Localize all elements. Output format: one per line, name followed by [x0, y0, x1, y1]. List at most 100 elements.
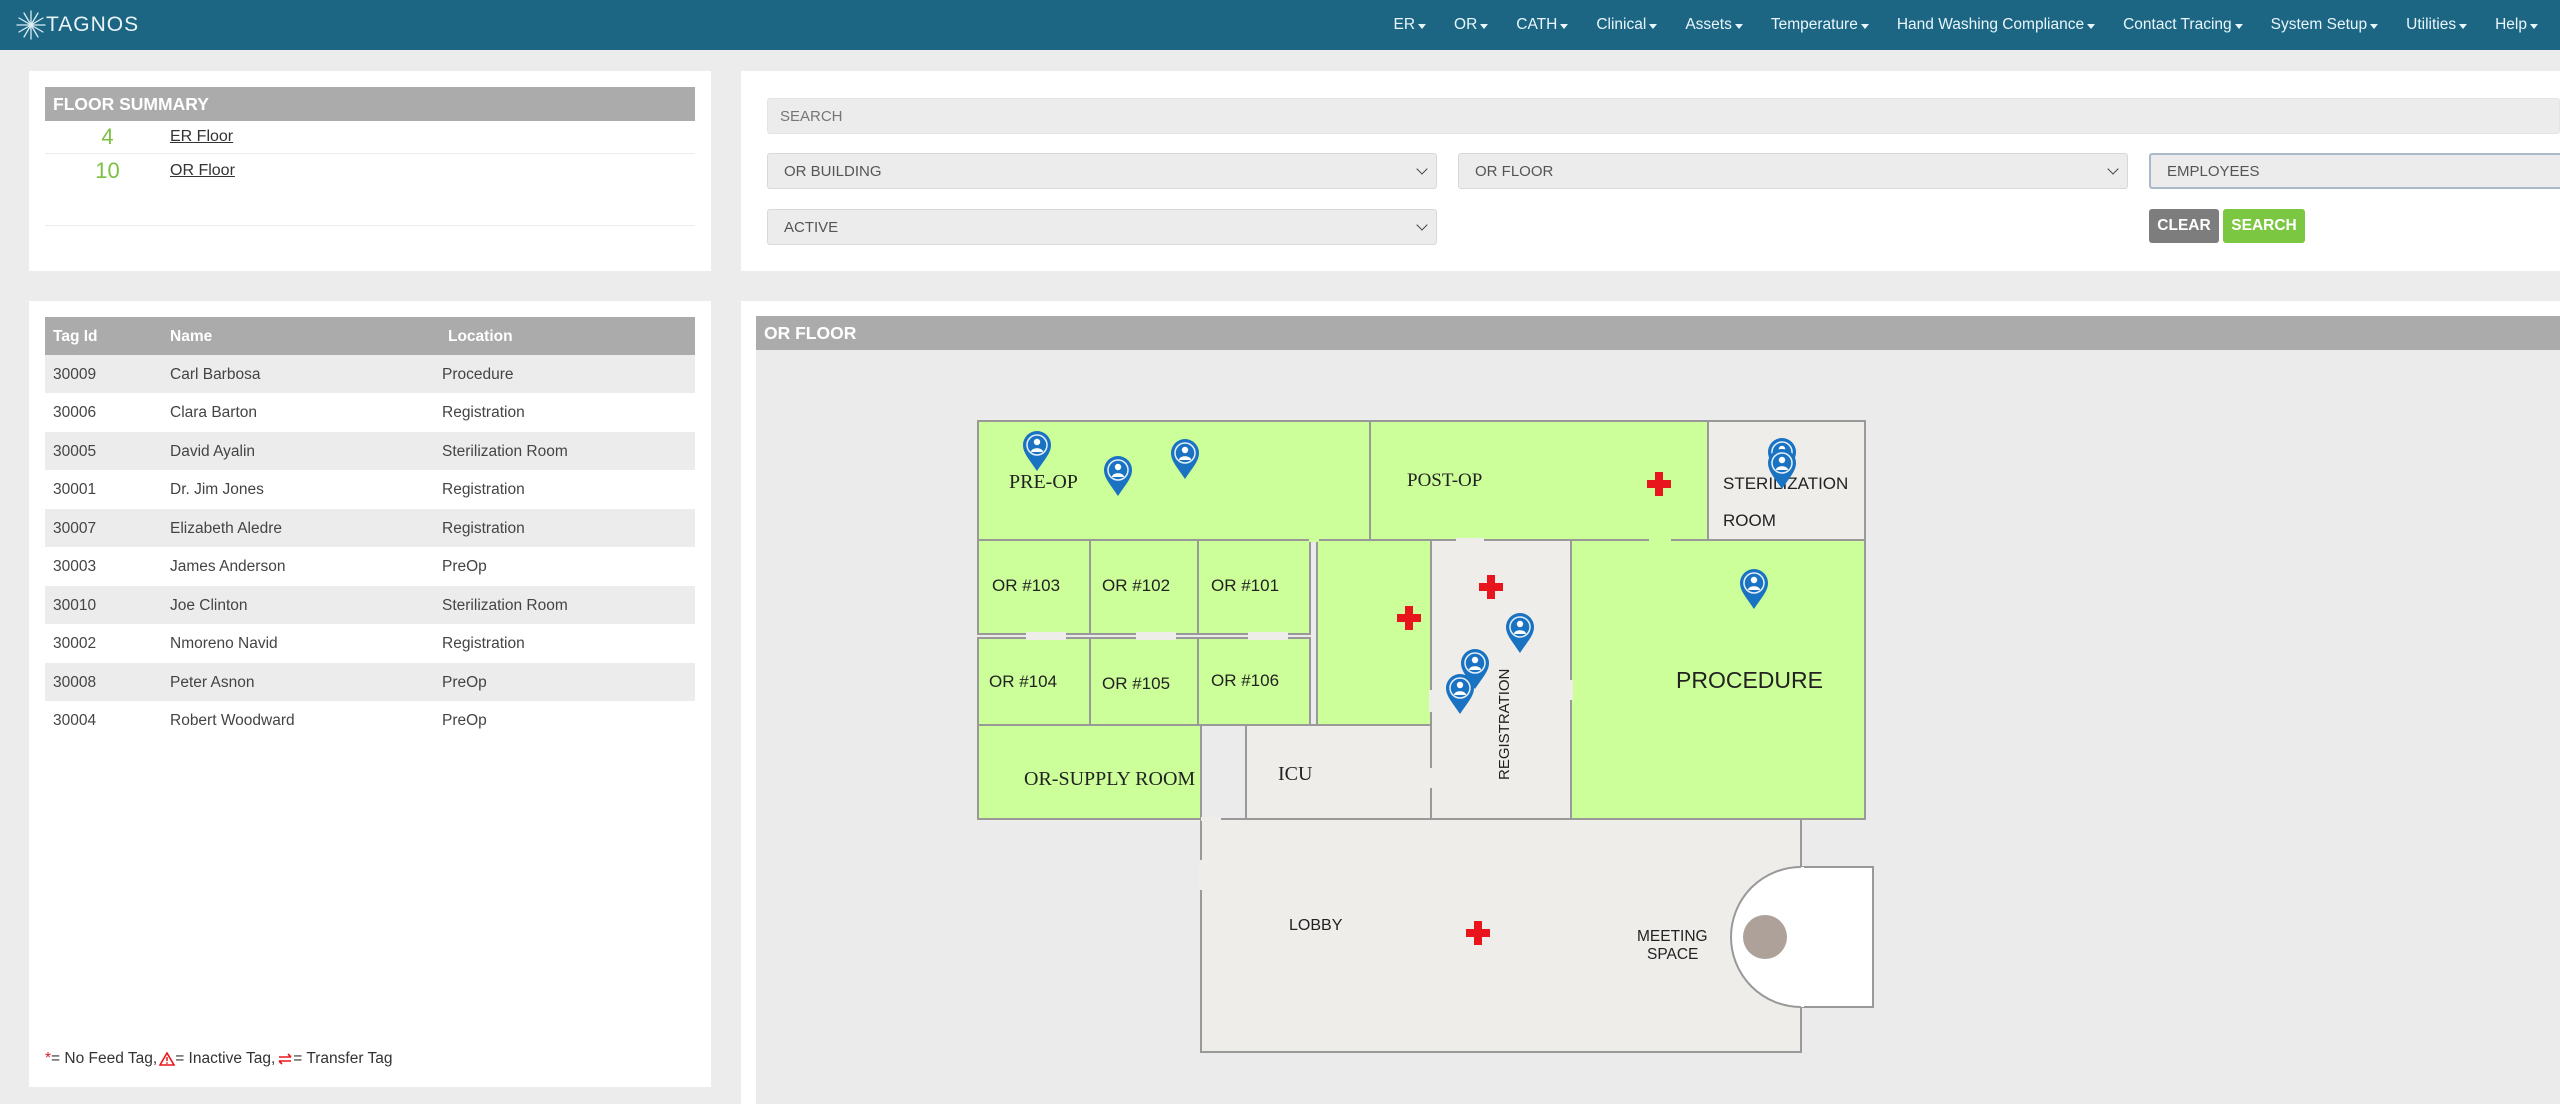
- main-nav: ER OR CATH Clinical Assets Temperature H…: [1380, 0, 2560, 50]
- icu-room[interactable]: [1245, 724, 1432, 820]
- or-105-label: OR #105: [1102, 674, 1170, 693]
- floor-summary-rows: 4 ER Floor 10 OR Floor: [29, 71, 711, 271]
- chevron-down-icon: [1418, 23, 1427, 29]
- tag-type-select-value: EMPLOYEES: [2167, 162, 2260, 180]
- name-cell: Elizabeth Aledre: [170, 520, 283, 537]
- floor-map-canvas[interactable]: PRE-OP POST-OP STERILIZATION ROOM OR #10…: [756, 350, 2560, 1104]
- table-row[interactable]: 30006 Clara Barton Registration: [45, 393, 695, 431]
- location-cell: Registration: [442, 481, 525, 498]
- table-row[interactable]: 30010 Joe Clinton Sterilization Room: [45, 586, 695, 624]
- brand-name: TAGNOS: [46, 13, 140, 36]
- meeting-space-gap: [1801, 867, 1804, 1007]
- transfer-arrows-icon: [278, 1053, 292, 1065]
- table-row[interactable]: 30008 Peter Asnon PreOp: [45, 663, 695, 701]
- nav-contact-tracing[interactable]: Contact Tracing: [2109, 16, 2257, 34]
- clear-button[interactable]: CLEAR: [2149, 209, 2219, 243]
- door-gap: [1201, 817, 1221, 821]
- nav-help[interactable]: Help: [2481, 16, 2560, 34]
- tag-id-cell: 30005: [53, 443, 97, 460]
- search-button[interactable]: SEARCH: [2223, 209, 2305, 243]
- table-row[interactable]: 30004 Robert Woodward PreOp: [45, 701, 695, 739]
- search-input[interactable]: [767, 98, 2560, 134]
- tag-id-cell: 30003: [53, 558, 97, 575]
- door-gap: [1649, 538, 1671, 542]
- meeting-label-1: MEETING: [1637, 928, 1708, 945]
- table-header: Tag Id Name Location: [45, 317, 695, 355]
- table-row[interactable]: 30009 Carl Barbosa Procedure: [45, 355, 695, 393]
- or-103-label: OR #103: [992, 576, 1060, 595]
- tag-id-cell: 30008: [53, 674, 97, 691]
- nav-or[interactable]: OR: [1440, 16, 1502, 34]
- or-wall-gap: [1248, 632, 1288, 640]
- name-header[interactable]: Name: [170, 328, 212, 346]
- building-select[interactable]: OR BUILDING: [767, 153, 1437, 189]
- table-row[interactable]: 30007 Elizabeth Aledre Registration: [45, 509, 695, 547]
- floor-select[interactable]: OR FLOOR: [1458, 153, 2128, 189]
- floor-plan: PRE-OP POST-OP STERILIZATION ROOM OR #10…: [977, 420, 1874, 1053]
- post-op-label: POST-OP: [1407, 470, 1482, 491]
- search-panel: OR BUILDING OR FLOOR EMPLOYEES ACTIVE CL…: [741, 71, 2560, 271]
- name-cell: Nmoreno Navid: [170, 635, 278, 652]
- tag-id-cell: 30001: [53, 481, 97, 498]
- or-102-label: OR #102: [1102, 576, 1170, 595]
- chevron-down-icon: [2087, 23, 2096, 29]
- nav-cath[interactable]: CATH: [1502, 16, 1582, 34]
- nav-utilities[interactable]: Utilities: [2392, 16, 2481, 34]
- name-cell: James Anderson: [170, 558, 286, 575]
- location-cell: PreOp: [442, 558, 487, 575]
- or-floor-link[interactable]: OR Floor: [170, 162, 235, 180]
- top-navbar: TAGNOS ER OR CATH Clinical Assets Temper…: [0, 0, 2560, 50]
- name-cell: Peter Asnon: [170, 674, 255, 691]
- no-feed-legend-label: = No Feed Tag,: [51, 1050, 158, 1067]
- nav-er[interactable]: ER: [1380, 16, 1441, 34]
- nav-temperature[interactable]: Temperature: [1757, 16, 1883, 34]
- location-cell: Registration: [442, 635, 525, 652]
- tag-type-select[interactable]: EMPLOYEES: [2149, 153, 2560, 189]
- chevron-down-icon: [2370, 23, 2379, 29]
- floor-map-title: OR FLOOR: [756, 316, 2560, 350]
- location-cell: Sterilization Room: [442, 597, 568, 614]
- nav-er-label: ER: [1393, 16, 1416, 33]
- nav-system-setup-label: System Setup: [2270, 16, 2368, 33]
- tag-id-cell: 30006: [53, 404, 97, 421]
- location-cell: PreOp: [442, 712, 487, 729]
- brand-logo[interactable]: TAGNOS: [14, 6, 139, 44]
- sunburst-logo-icon: [16, 10, 46, 40]
- name-cell: Robert Woodward: [170, 712, 295, 729]
- er-floor-link[interactable]: ER Floor: [170, 128, 233, 146]
- nav-assets[interactable]: Assets: [1671, 16, 1757, 34]
- door-gap: [1569, 680, 1573, 700]
- nav-hand-washing-label: Hand Washing Compliance: [1896, 16, 2085, 33]
- nav-hand-washing[interactable]: Hand Washing Compliance: [1883, 16, 2109, 34]
- location-cell: Registration: [442, 404, 525, 421]
- status-select[interactable]: ACTIVE: [767, 209, 1437, 245]
- table-row[interactable]: 30003 James Anderson PreOp: [45, 547, 695, 585]
- location-header[interactable]: Location: [448, 328, 513, 346]
- summary-row-or-floor: 10 OR Floor: [45, 154, 695, 187]
- table-row[interactable]: 30001 Dr. Jim Jones Registration: [45, 470, 695, 508]
- tag-id-cell: 30004: [53, 712, 97, 729]
- location-cell: Sterilization Room: [442, 443, 568, 460]
- chevron-down-icon: [2107, 163, 2119, 175]
- lobby-room[interactable]: [1200, 818, 1802, 1053]
- chevron-down-icon: [1480, 23, 1489, 29]
- name-cell: Carl Barbosa: [170, 366, 261, 383]
- nav-system-setup[interactable]: System Setup: [2257, 16, 2393, 34]
- name-cell: Joe Clinton: [170, 597, 248, 614]
- name-cell: Dr. Jim Jones: [170, 481, 264, 498]
- status-select-value: ACTIVE: [784, 218, 839, 236]
- floor-map-panel: OR FLOOR PRE-OP POST-OP ROOM OR #103 OR …: [741, 301, 2560, 1104]
- or-106-label: OR #106: [1211, 671, 1279, 690]
- warning-triangle-icon: [159, 1052, 176, 1066]
- or-104-label: OR #104: [989, 672, 1057, 691]
- table-row[interactable]: 30002 Nmoreno Navid Registration: [45, 624, 695, 662]
- or-corridor-room[interactable]: [1316, 539, 1432, 726]
- table-row[interactable]: 30005 David Ayalin Sterilization Room: [45, 432, 695, 470]
- door-gap: [1456, 538, 1484, 542]
- or-supply-label: OR-SUPPLY ROOM: [1024, 768, 1195, 790]
- door-gap: [1429, 690, 1433, 712]
- chevron-down-icon: [1860, 23, 1869, 29]
- tag-id-header[interactable]: Tag Id: [53, 328, 98, 346]
- floor-select-value: OR FLOOR: [1475, 162, 1554, 180]
- nav-clinical[interactable]: Clinical: [1582, 16, 1671, 34]
